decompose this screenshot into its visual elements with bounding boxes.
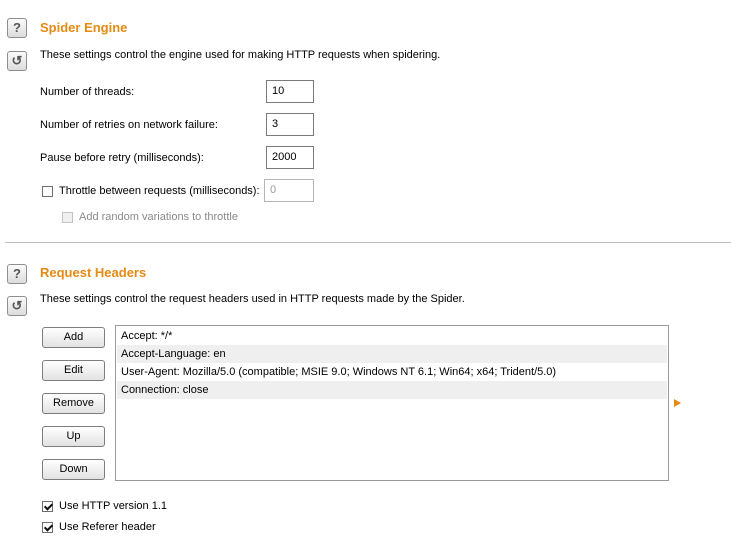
edit-button[interactable]: Edit	[42, 360, 105, 381]
random-variations-checkbox[interactable]	[62, 212, 73, 223]
section-description: These settings control the request heade…	[40, 293, 465, 305]
restore-defaults-icon[interactable]: ↺	[7, 296, 27, 316]
list-item[interactable]: Accept: */*	[117, 327, 667, 345]
referer-label: Use Referer header	[59, 521, 156, 533]
add-button[interactable]: Add	[42, 327, 105, 348]
list-item[interactable]: User-Agent: Mozilla/5.0 (compatible; MSI…	[117, 363, 667, 381]
expand-arrow-icon[interactable]	[674, 399, 681, 407]
threads-input[interactable]: 10	[266, 80, 314, 103]
request-headers-list[interactable]: Accept: */* Accept-Language: en User-Age…	[115, 325, 669, 481]
section-title-request-headers: Request Headers	[40, 265, 147, 280]
list-item[interactable]: Connection: close	[117, 381, 667, 399]
pause-label: Pause before retry (milliseconds):	[40, 152, 204, 164]
section-description: These settings control the engine used f…	[40, 49, 441, 61]
down-button[interactable]: Down	[42, 459, 105, 480]
pause-input[interactable]: 2000	[266, 146, 314, 169]
section-title-spider-engine: Spider Engine	[40, 20, 128, 35]
threads-label: Number of threads:	[40, 86, 135, 98]
retries-input[interactable]: 3	[266, 113, 314, 136]
list-item[interactable]: Accept-Language: en	[117, 345, 667, 363]
help-icon[interactable]: ?	[7, 264, 27, 284]
restore-defaults-icon[interactable]: ↺	[7, 51, 27, 71]
section-divider	[5, 242, 731, 243]
remove-button[interactable]: Remove	[42, 393, 105, 414]
up-button[interactable]: Up	[42, 426, 105, 447]
random-variations-label: Add random variations to throttle	[79, 211, 238, 223]
http11-label: Use HTTP version 1.1	[59, 500, 168, 512]
http11-checkbox[interactable]	[42, 501, 53, 512]
referer-checkbox[interactable]	[42, 522, 53, 533]
throttle-input[interactable]: 0	[264, 179, 314, 202]
help-icon[interactable]: ?	[7, 18, 27, 38]
throttle-label: Throttle between requests (milliseconds)…	[59, 185, 260, 197]
retries-label: Number of retries on network failure:	[40, 119, 218, 131]
throttle-checkbox[interactable]	[42, 186, 53, 197]
